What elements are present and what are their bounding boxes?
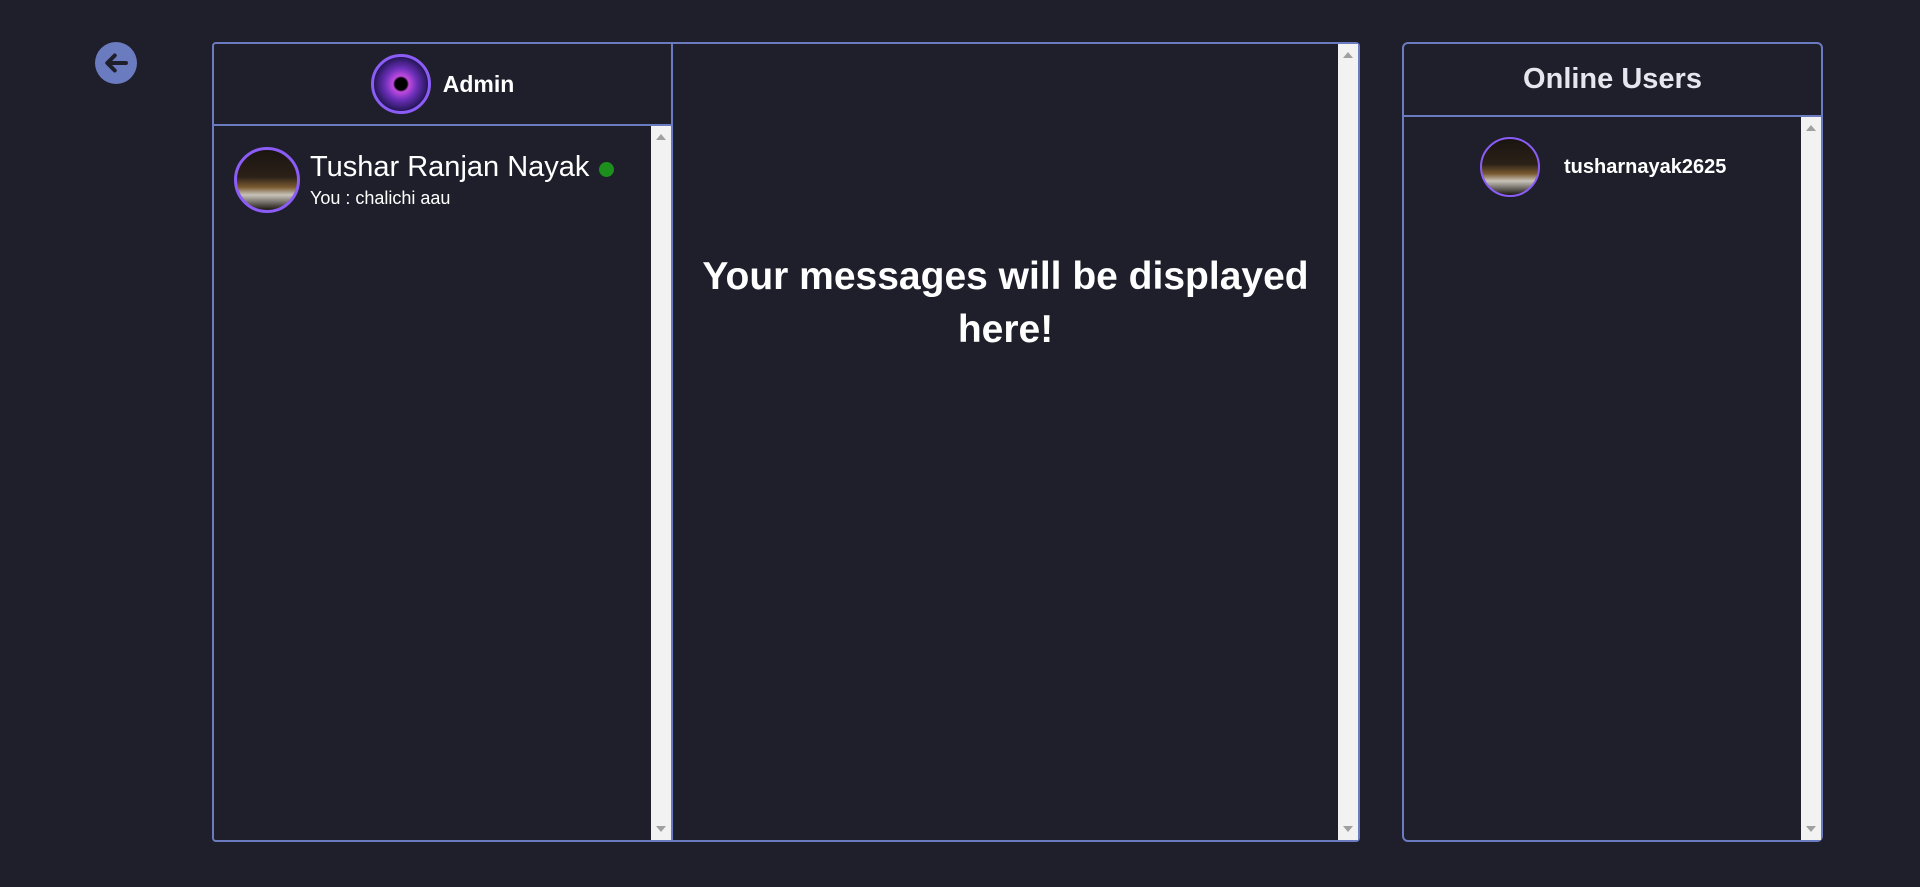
conversation-name-row: Tushar Ranjan Nayak bbox=[310, 151, 615, 184]
chat-container: Admin Tushar Ranjan Nayak You : chalichi… bbox=[212, 42, 1360, 842]
online-user-item[interactable]: tusharnayak2625 bbox=[1404, 117, 1801, 197]
messages-pane: Your messages will be displayed here! bbox=[673, 44, 1358, 840]
scroll-down-icon[interactable] bbox=[1806, 826, 1816, 832]
conversation-scrollbar[interactable] bbox=[651, 126, 671, 840]
scroll-up-icon[interactable] bbox=[656, 134, 666, 140]
online-users-list: tusharnayak2625 bbox=[1404, 117, 1801, 840]
scroll-down-icon[interactable] bbox=[656, 826, 666, 832]
online-username: tusharnayak2625 bbox=[1564, 155, 1727, 178]
scroll-up-icon[interactable] bbox=[1343, 52, 1353, 58]
user-avatar bbox=[1480, 137, 1540, 197]
user-avatar bbox=[234, 147, 300, 213]
scroll-up-icon[interactable] bbox=[1806, 125, 1816, 131]
admin-header: Admin bbox=[214, 44, 671, 126]
conversation-name: Tushar Ranjan Nayak bbox=[310, 151, 590, 183]
conversation-text: Tushar Ranjan Nayak You : chalichi aau bbox=[310, 151, 615, 209]
conversation-pane: Admin Tushar Ranjan Nayak You : chalichi… bbox=[214, 44, 673, 840]
messages-placeholder: Your messages will be displayed here! bbox=[702, 255, 1309, 351]
online-users-title: Online Users bbox=[1404, 44, 1821, 117]
online-users-panel: Online Users tusharnayak2625 bbox=[1402, 42, 1823, 842]
admin-name: Admin bbox=[442, 70, 515, 97]
last-message: You : chalichi aau bbox=[310, 188, 451, 208]
conversation-list: Tushar Ranjan Nayak You : chalichi aau bbox=[214, 126, 649, 840]
online-status-icon bbox=[599, 162, 615, 177]
messages-scrollbar[interactable] bbox=[1338, 44, 1358, 840]
online-users-scrollbar[interactable] bbox=[1801, 117, 1821, 840]
conversation-item[interactable]: Tushar Ranjan Nayak You : chalichi aau bbox=[214, 126, 649, 213]
back-button[interactable] bbox=[95, 42, 137, 84]
scroll-down-icon[interactable] bbox=[1343, 826, 1353, 832]
arrow-left-icon bbox=[105, 53, 128, 73]
admin-avatar bbox=[370, 54, 431, 114]
